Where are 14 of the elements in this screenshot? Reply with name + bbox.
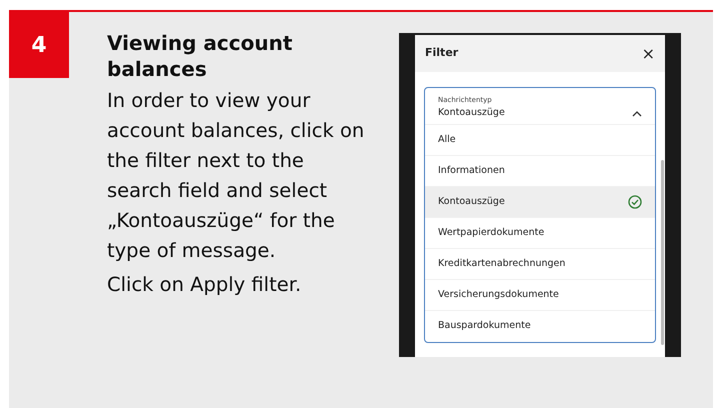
filter-title: Filter	[425, 45, 458, 62]
step-number: 4	[9, 12, 69, 78]
step-description: In order to view your account balances, click on the filter next to the search field and select „Kontoauszüge“ for the type of message.	[107, 88, 366, 264]
check-circle-icon	[628, 194, 642, 209]
dropdown-option[interactable]: Alle	[425, 124, 655, 156]
dropdown-option[interactable]: Bauspardokumente	[425, 310, 655, 342]
dropdown-value: Kontoauszüge	[438, 106, 505, 120]
dropdown-option[interactable]: Kreditkartenabrechnungen	[425, 248, 655, 280]
dropdown-option[interactable]: Kontoauszüge	[425, 186, 655, 218]
close-button[interactable]: ×	[642, 46, 655, 62]
dropdown-option[interactable]: Wertpapierdokumente	[425, 218, 655, 249]
step-title: Viewing account balances	[107, 30, 294, 82]
step-note: Click on Apply filter.	[107, 272, 302, 298]
dropdown-option[interactable]: Versicherungsdokumente	[425, 280, 655, 311]
